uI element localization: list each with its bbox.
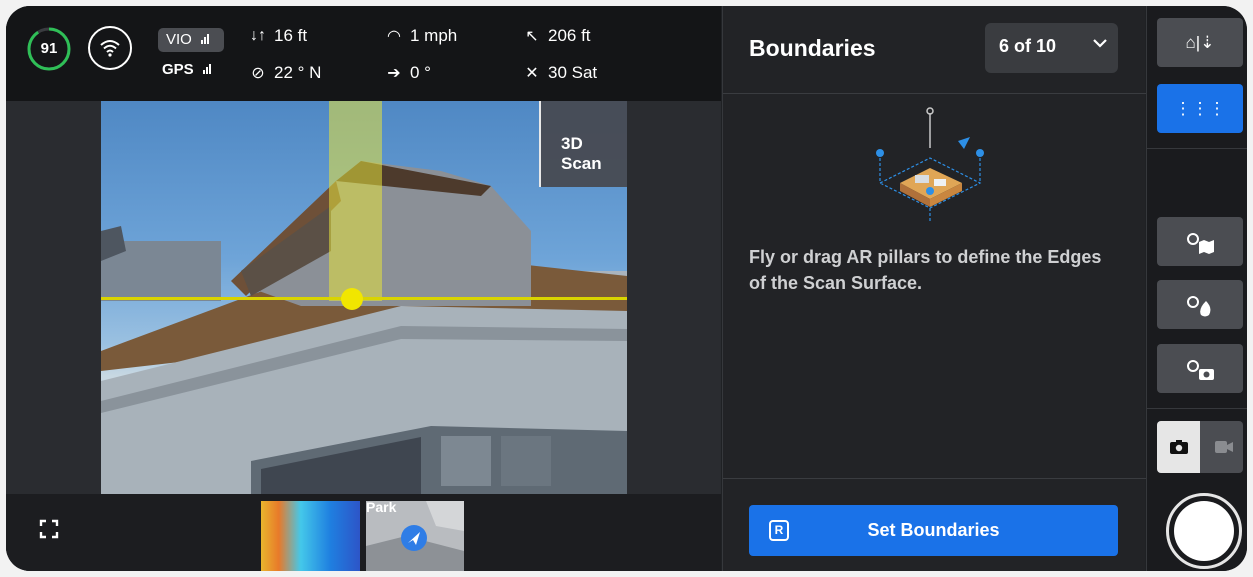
ar-pillar-handle[interactable] xyxy=(341,288,363,310)
vio-label: VIO xyxy=(166,31,192,48)
gimbal-value: 0 ° xyxy=(410,63,431,82)
scan-boundaries-illustration xyxy=(876,107,984,223)
photo-video-toggle[interactable] xyxy=(1157,421,1243,473)
wifi-button[interactable] xyxy=(88,26,132,70)
gear-map-icon xyxy=(1157,217,1243,266)
speed-readout: ◠ 1 mph xyxy=(384,26,457,46)
instruction-text: Fly or drag AR pillars to define the Edg… xyxy=(749,247,1102,293)
heading-value: 22 ° N xyxy=(274,63,322,82)
tool-rail: ⌂|⇣ ⋮⋮⋮ xyxy=(1146,6,1247,571)
thermal-preview-thumbnail[interactable] xyxy=(261,501,360,571)
distance-value: 206 ft xyxy=(548,26,591,45)
return-home-button[interactable]: ⌂|⇣ xyxy=(1157,18,1243,67)
set-boundaries-button[interactable]: R Set Boundaries xyxy=(749,505,1118,556)
telemetry-bar: 91 VIO GPS ↓↑ 16 ft ⊘ 22 ° N ◠ 1 mph ➔ 0… xyxy=(6,6,721,101)
rail-divider xyxy=(1147,408,1247,409)
ar-boundary-line[interactable] xyxy=(101,297,627,300)
scan-focus-column xyxy=(329,101,382,301)
home-icon: ⌂|⇣ xyxy=(1185,33,1215,52)
panel-divider-top xyxy=(723,93,1146,94)
speedometer-icon: ◠ xyxy=(387,28,401,45)
satellite-icon: ✕ xyxy=(525,65,539,82)
map-preview-thumbnail[interactable]: Park xyxy=(366,501,464,571)
distance-person-icon: ↖ xyxy=(525,28,539,45)
camera-view: 91 VIO GPS ↓↑ 16 ft ⊘ 22 ° N ◠ 1 mph ➔ 0… xyxy=(6,6,721,571)
scan-mode-label: 3D Scan xyxy=(561,134,602,173)
distance-readout: ↖ 206 ft xyxy=(522,26,591,46)
speed-value: 1 mph xyxy=(410,26,458,45)
compass-icon: ⊘ xyxy=(251,65,265,82)
gps-status: GPS xyxy=(162,61,212,78)
vio-status: VIO xyxy=(158,28,224,52)
camera-bottom-bar: Park xyxy=(6,494,721,571)
satellite-readout: ✕ 30 Sat xyxy=(522,63,597,83)
satellite-value: 30 Sat xyxy=(548,63,598,82)
panel-divider-bottom xyxy=(723,478,1146,479)
step-selector-dropdown[interactable]: 6 of 10 xyxy=(985,23,1118,73)
chevron-down-icon xyxy=(1093,35,1107,53)
altitude-readout: ↓↑ 16 ft xyxy=(248,26,307,46)
gps-signal-icon xyxy=(202,61,212,78)
panel-title: Boundaries xyxy=(749,35,876,61)
gear-camera-icon xyxy=(1157,344,1243,393)
step-label: 6 of 10 xyxy=(999,36,1057,56)
altitude-arrows-icon: ↓↑ xyxy=(250,27,266,44)
scan-photo-button[interactable] xyxy=(1157,344,1243,393)
heading-readout: ⊘ 22 ° N xyxy=(248,63,321,83)
boundaries-panel: Boundaries 6 of 10 Fly or drag AR pillar… xyxy=(722,6,1146,571)
scan-fire-button[interactable] xyxy=(1157,280,1243,329)
camera-icon xyxy=(1170,440,1188,454)
altitude-value: 16 ft xyxy=(274,26,308,45)
map-thumb-label: Park xyxy=(366,501,397,515)
grid-icon: ⋮⋮⋮ xyxy=(1174,99,1226,118)
scan-mode-badge: 3D Scan xyxy=(539,101,627,187)
shutter-inner xyxy=(1174,501,1234,561)
expand-view-icon[interactable] xyxy=(38,518,60,546)
video-icon[interactable] xyxy=(1215,441,1233,453)
battery-indicator[interactable]: 91 xyxy=(26,26,72,72)
wifi-icon xyxy=(100,40,120,57)
rail-divider xyxy=(1147,148,1247,149)
set-boundaries-label: Set Boundaries xyxy=(867,520,1000,540)
app-frame: 91 VIO GPS ↓↑ 16 ft ⊘ 22 ° N ◠ 1 mph ➔ 0… xyxy=(6,6,1247,571)
drone-location-icon xyxy=(401,525,427,551)
battery-value: 91 xyxy=(40,40,58,57)
photo-mode-option[interactable] xyxy=(1157,421,1200,473)
gear-flame-icon xyxy=(1157,280,1243,329)
gimbal-readout: ➔ 0 ° xyxy=(384,63,431,83)
gps-label: GPS xyxy=(162,61,194,78)
scan-map-button[interactable] xyxy=(1157,217,1243,266)
camera-feed[interactable]: 3D Scan xyxy=(101,101,627,494)
vio-signal-icon xyxy=(201,31,210,48)
grid-menu-button[interactable]: ⋮⋮⋮ xyxy=(1157,84,1243,133)
gimbal-icon: ➔ xyxy=(387,65,401,82)
shutter-button[interactable] xyxy=(1166,493,1242,569)
